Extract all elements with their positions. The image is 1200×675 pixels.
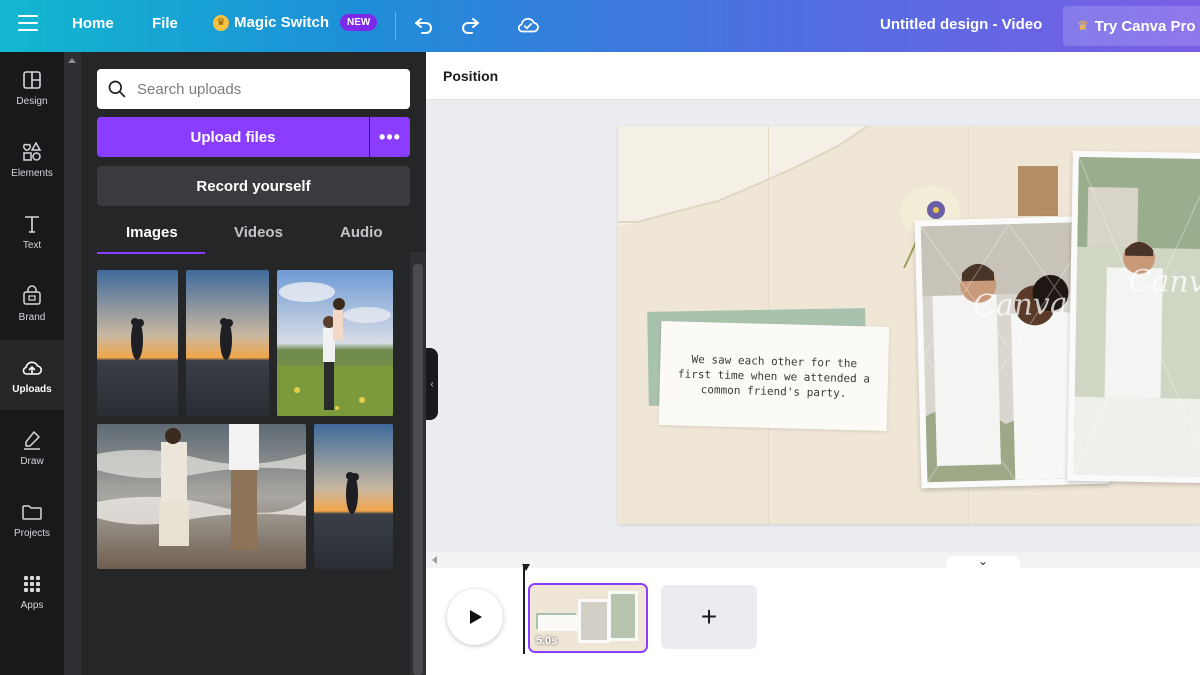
- rail-label: Draw: [20, 455, 44, 467]
- crown-icon: ♛: [1077, 18, 1089, 33]
- try-pro-label: Try Canva Pro: [1094, 17, 1196, 35]
- rail-label: Elements: [11, 167, 53, 179]
- brand-icon: [23, 284, 41, 305]
- search-input[interactable]: [137, 80, 387, 98]
- redo-icon[interactable]: [458, 12, 482, 43]
- panel-scrollbar[interactable]: [410, 252, 426, 675]
- photo-frame[interactable]: Canva: [1067, 150, 1200, 484]
- sunset-silhouette-image: [186, 270, 269, 416]
- design-title[interactable]: Untitled design - Video: [880, 16, 1042, 33]
- chevron-down-icon: ⌄: [977, 554, 989, 568]
- menu-icon[interactable]: [18, 15, 38, 35]
- clip-duration: 5.0s: [536, 635, 558, 647]
- apps-grid-icon: [24, 575, 40, 592]
- record-yourself-button[interactable]: Record yourself: [97, 166, 410, 206]
- sunset-silhouette-image: [314, 424, 393, 569]
- collapse-timeline-button[interactable]: ⌄: [946, 554, 1020, 570]
- design-page[interactable]: We saw each other for the first time whe…: [618, 126, 1200, 524]
- rail-label: Apps: [20, 599, 44, 611]
- rail-item-elements[interactable]: Elements: [0, 124, 64, 194]
- magic-switch-button[interactable]: ♛ Magic Switch NEW: [213, 14, 378, 31]
- chevron-left-icon: ‹: [430, 378, 434, 390]
- playhead[interactable]: [523, 564, 525, 654]
- cloud-saved-icon[interactable]: [515, 12, 541, 43]
- new-badge: NEW: [340, 14, 378, 31]
- add-page-button[interactable]: +: [661, 585, 757, 649]
- search-icon: [108, 80, 126, 98]
- active-tab-indicator: [97, 252, 205, 254]
- home-link[interactable]: Home: [72, 15, 114, 32]
- wedding-table-photo: [1072, 156, 1200, 478]
- layout-icon: [23, 70, 41, 89]
- tab-audio[interactable]: Audio: [340, 224, 383, 241]
- magic-switch-label: Magic Switch: [234, 14, 330, 31]
- rail-item-text[interactable]: Text: [0, 196, 64, 266]
- pen-icon: [24, 430, 40, 450]
- cloud-upload-icon: [22, 361, 43, 375]
- panel-scrollbar-left[interactable]: [64, 52, 81, 675]
- timeline-clip[interactable]: 5.0s: [528, 583, 648, 653]
- rail-item-projects[interactable]: Projects: [0, 484, 64, 554]
- shapes-icon: [23, 140, 42, 161]
- play-button[interactable]: [447, 589, 503, 645]
- rail-label: Text: [22, 239, 42, 251]
- text-icon: [25, 215, 39, 233]
- position-button[interactable]: Position: [443, 68, 498, 84]
- play-icon: [470, 610, 482, 624]
- rail-label: Uploads: [12, 383, 52, 395]
- timeline: ⌄ 5.0s +: [426, 552, 1200, 675]
- rail-label: Brand: [18, 311, 46, 323]
- scrollbar-thumb[interactable]: [413, 264, 423, 675]
- canva-watermark: Canva: [972, 286, 1069, 325]
- toolbar-divider: [395, 12, 396, 40]
- rail-item-brand[interactable]: Brand: [0, 268, 64, 338]
- crown-icon: ♛: [213, 14, 229, 31]
- more-options-button[interactable]: •••: [370, 117, 410, 157]
- collapse-panel-handle[interactable]: ‹: [426, 348, 438, 420]
- quote-paper: We saw each other for the first time whe…: [658, 321, 890, 431]
- canva-watermark: Canva: [1128, 263, 1200, 301]
- file-menu[interactable]: File: [152, 15, 178, 32]
- search-box[interactable]: [97, 69, 410, 109]
- rail-item-design[interactable]: Design: [0, 52, 64, 122]
- tab-videos[interactable]: Videos: [234, 224, 283, 241]
- quote-note[interactable]: We saw each other for the first time whe…: [647, 308, 890, 431]
- tab-images[interactable]: Images: [126, 224, 178, 241]
- beach-couple-image: [97, 424, 306, 569]
- meadow-couple-image: [277, 270, 393, 416]
- rail-item-uploads[interactable]: Uploads: [0, 340, 64, 410]
- rail-item-draw[interactable]: Draw: [0, 412, 64, 482]
- undo-icon[interactable]: [412, 12, 436, 43]
- upload-image-thumbnail[interactable]: [314, 424, 393, 569]
- playhead-marker[interactable]: [522, 564, 530, 571]
- upload-image-thumbnail[interactable]: [97, 424, 306, 569]
- rail-label: Projects: [13, 527, 51, 539]
- sunset-silhouette-image: [97, 270, 178, 416]
- rail-label: Design: [16, 95, 48, 107]
- upload-image-thumbnail[interactable]: [277, 270, 393, 416]
- rail-item-apps[interactable]: Apps: [0, 556, 64, 626]
- canvas-horizontal-scrollbar[interactable]: [426, 552, 1200, 568]
- quote-text[interactable]: We saw each other for the first time whe…: [675, 351, 872, 401]
- side-rail: Design Elements Text Brand Uploads Draw …: [0, 52, 64, 675]
- folder-icon: [22, 504, 42, 520]
- uploads-panel: Upload files ••• Record yourself Images …: [64, 52, 426, 675]
- top-bar: Home File ♛ Magic Switch NEW Untitled de…: [0, 0, 1200, 52]
- try-pro-button[interactable]: ♛ Try Canva Pro: [1063, 6, 1200, 46]
- context-toolbar: Position: [426, 52, 1200, 100]
- upload-image-thumbnail[interactable]: [97, 270, 178, 416]
- upload-files-button[interactable]: Upload files: [97, 117, 369, 157]
- upload-image-thumbnail[interactable]: [186, 270, 269, 416]
